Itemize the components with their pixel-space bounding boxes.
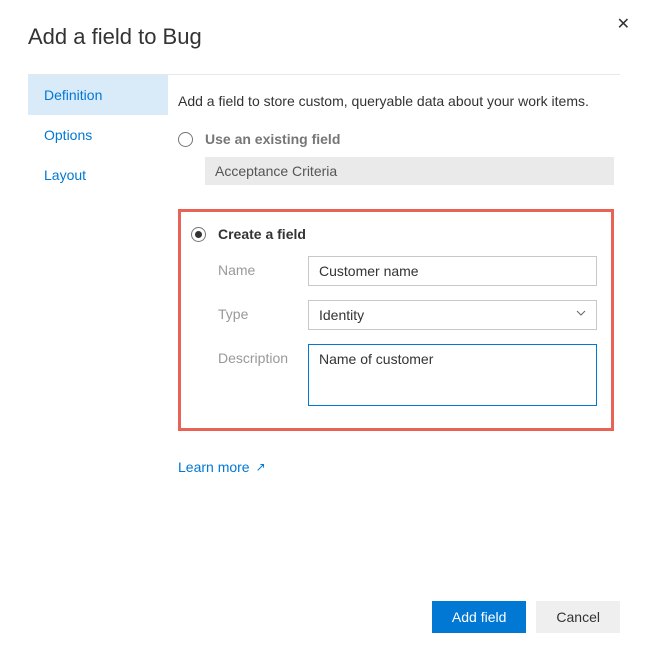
- name-input[interactable]: [308, 256, 597, 286]
- name-label: Name: [218, 256, 308, 278]
- sidebar: Definition Options Layout: [28, 75, 168, 477]
- description-row: Description: [218, 344, 597, 406]
- name-row: Name: [218, 256, 597, 286]
- type-label: Type: [218, 300, 308, 322]
- existing-field-option[interactable]: Use an existing field: [178, 131, 614, 147]
- create-field-label: Create a field: [218, 226, 306, 242]
- existing-field-input[interactable]: [205, 157, 614, 185]
- create-field-section: Create a field Name Type Identity: [178, 209, 614, 431]
- description-label: Description: [218, 344, 308, 366]
- main-panel: Add a field to store custom, queryable d…: [168, 75, 620, 477]
- close-button[interactable]: ✕: [617, 14, 630, 34]
- close-icon: ✕: [617, 16, 630, 33]
- nav-options[interactable]: Options: [28, 115, 168, 155]
- description-input[interactable]: [308, 344, 597, 406]
- intro-text: Add a field to store custom, queryable d…: [178, 93, 614, 109]
- create-field-option[interactable]: Create a field: [191, 226, 597, 242]
- add-field-button[interactable]: Add field: [432, 601, 526, 633]
- radio-unselected-icon: [178, 132, 193, 147]
- type-select-wrap: Identity: [308, 300, 597, 330]
- dialog-footer: Add field Cancel: [432, 601, 620, 633]
- dialog-title: Add a field to Bug: [28, 24, 620, 50]
- existing-field-row: [205, 157, 614, 185]
- dialog-body: Definition Options Layout Add a field to…: [28, 75, 620, 477]
- external-link-icon: ↗: [256, 460, 266, 474]
- cancel-button[interactable]: Cancel: [536, 601, 620, 633]
- learn-more-text: Learn more: [178, 459, 250, 475]
- nav-layout[interactable]: Layout: [28, 155, 168, 195]
- type-select[interactable]: Identity: [308, 300, 597, 330]
- type-row: Type Identity: [218, 300, 597, 330]
- learn-more-link[interactable]: Learn more ↗: [178, 459, 266, 475]
- existing-field-label: Use an existing field: [205, 131, 340, 147]
- nav-definition[interactable]: Definition: [28, 75, 168, 115]
- add-field-dialog: ✕ Add a field to Bug Definition Options …: [0, 0, 648, 655]
- radio-selected-icon: [191, 227, 206, 242]
